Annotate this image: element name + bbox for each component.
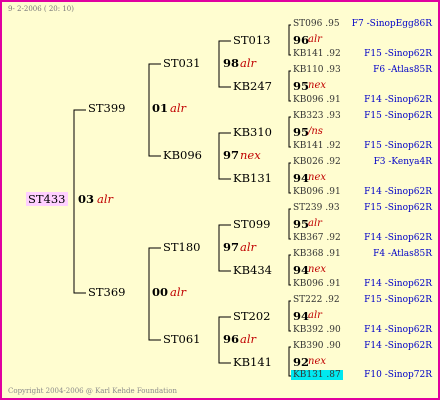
gen5-11-name[interactable]: KB368 .91 (293, 250, 341, 259)
gen3-3-name[interactable]: ST180 (163, 241, 201, 254)
gen3-4-num: 96 (223, 332, 240, 346)
root-type: alr (97, 192, 114, 206)
gen4-2-num: 95 (293, 79, 310, 93)
gen5-2-name[interactable]: KB141 .92 (293, 50, 341, 59)
gen5-4-info: F14 -Sinop62R (364, 95, 432, 105)
gen5-16-info: F10 -Sinop72R (364, 370, 432, 380)
gen4-3-num: 95 (293, 125, 310, 139)
root-num: 03 (78, 192, 95, 206)
gen3-1-name[interactable]: ST031 (163, 57, 201, 70)
gen4-5-num: 95 (293, 217, 310, 231)
gen4-2-type: nex (308, 80, 326, 91)
gen4-4-num: 94 (293, 171, 310, 185)
gen2-dam-name[interactable]: ST369 (88, 286, 126, 299)
gen5-2-info: F15 -Sinop62R (364, 49, 432, 59)
gen5-15-info: F14 -Sinop62R (364, 341, 432, 351)
gen5-7-info: F3 -Kenya4R (373, 157, 432, 167)
gen4-1-type: alr (308, 34, 322, 45)
gen4-6-name[interactable]: KB434 (233, 264, 272, 277)
gen5-8-name[interactable]: KB096 .91 (293, 188, 341, 197)
gen4-4-name[interactable]: KB131 (233, 172, 272, 185)
gen5-6-info: F15 -Sinop62R (364, 141, 432, 151)
gen4-6-num: 94 (293, 263, 310, 277)
gen5-9-info: F15 -Sinop62R (364, 203, 432, 213)
gen3-3-type: alr (240, 240, 257, 254)
gen4-7-num: 94 (293, 309, 310, 323)
bracket-gen4-3 (288, 116, 291, 148)
gen2-dam-num: 00 (152, 285, 169, 299)
gen5-11-info: F4 -Atlas85R (373, 249, 432, 259)
gen4-2-name[interactable]: KB247 (233, 80, 272, 93)
gen2-sire-type: alr (170, 101, 187, 115)
bracket-gen4-1 (288, 24, 291, 56)
gen5-1-info: F7 -SinopEgg86R (351, 19, 432, 29)
bracket-gen4-2 (288, 70, 291, 102)
gen4-7-type: alr (308, 310, 322, 321)
gen5-1-name[interactable]: ST096 .95 (293, 20, 340, 29)
bracket-gen4-6 (288, 254, 291, 286)
gen5-8-info: F14 -Sinop62R (364, 187, 432, 197)
gen5-10-name[interactable]: KB367 .92 (293, 234, 341, 243)
bracket-gen4-7 (288, 300, 291, 332)
gen2-sire-num: 01 (152, 101, 169, 115)
gen4-4-type: nex (308, 172, 326, 183)
gen5-16-name[interactable]: KB131 .87 (291, 370, 343, 380)
gen5-13-info: F15 -Sinop62R (364, 295, 432, 305)
gen4-3-type: /ns (308, 126, 323, 137)
root-name[interactable]: ST433 (26, 192, 68, 206)
gen4-8-name[interactable]: KB141 (233, 356, 272, 369)
gen5-4-name[interactable]: KB096 .91 (293, 96, 341, 105)
gen5-3-info: F6 -Atlas85R (373, 65, 432, 75)
gen5-9-name[interactable]: ST239 .93 (293, 204, 340, 213)
gen5-5-info: F15 -Sinop62R (364, 111, 432, 121)
gen4-8-num: 92 (293, 355, 310, 369)
date-header: 9- 2-2006 ( 20: 10) (8, 5, 74, 13)
gen4-3-name[interactable]: KB310 (233, 126, 272, 139)
gen5-3-name[interactable]: KB110 .93 (293, 66, 341, 75)
gen4-6-type: nex (308, 264, 326, 275)
gen3-2-type: nex (240, 148, 261, 162)
gen5-14-name[interactable]: KB392 .90 (293, 326, 341, 335)
gen5-6-name[interactable]: KB141 .92 (293, 142, 341, 151)
gen5-13-name[interactable]: ST222 .92 (293, 296, 340, 305)
gen3-3-num: 97 (223, 240, 240, 254)
gen5-10-info: F14 -Sinop62R (364, 233, 432, 243)
gen2-sire-name[interactable]: ST399 (88, 102, 126, 115)
gen4-1-num: 96 (293, 33, 310, 47)
gen4-5-type: alr (308, 218, 322, 229)
gen5-12-info: F14 -Sinop62R (364, 279, 432, 289)
gen5-5-name[interactable]: KB323 .93 (293, 112, 341, 121)
bracket-gen4-4 (288, 162, 291, 194)
copyright-footer: Copyright 2004-2006 @ Karl Kehde Foundat… (8, 387, 177, 395)
gen3-2-name[interactable]: KB096 (163, 149, 202, 162)
gen4-7-name[interactable]: ST202 (233, 310, 271, 323)
gen3-2-num: 97 (223, 148, 240, 162)
gen3-4-name[interactable]: ST061 (163, 333, 201, 346)
gen4-1-name[interactable]: ST013 (233, 34, 271, 47)
gen4-8-type: nex (308, 356, 326, 367)
gen5-12-name[interactable]: KB096 .91 (293, 280, 341, 289)
gen3-1-type: alr (240, 56, 257, 70)
gen5-14-info: F14 -Sinop62R (364, 325, 432, 335)
pedigree-chart: 9- 2-2006 ( 20: 10) Copyright 2004-2006 … (0, 0, 440, 400)
gen3-4-type: alr (240, 332, 257, 346)
gen5-15-name[interactable]: KB390 .90 (293, 342, 341, 351)
bracket-gen4-5 (288, 208, 291, 240)
gen4-5-name[interactable]: ST099 (233, 218, 271, 231)
gen3-1-num: 98 (223, 56, 240, 70)
gen2-dam-type: alr (170, 285, 187, 299)
gen5-7-name[interactable]: KB026 .92 (293, 158, 341, 167)
